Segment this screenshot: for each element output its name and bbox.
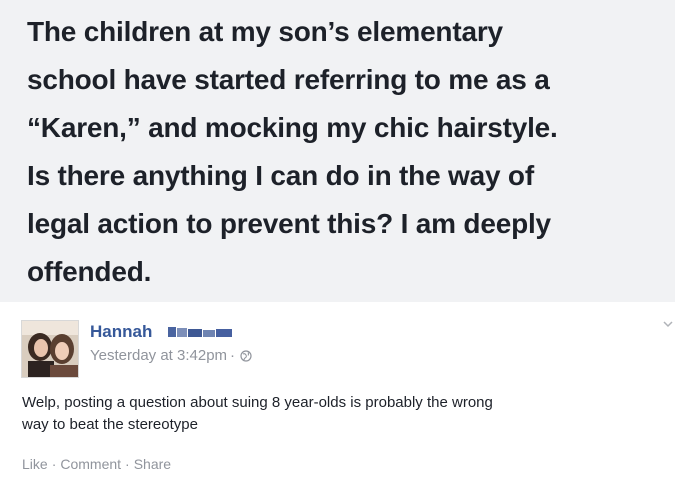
facebook-post: The children at my son’s elementary scho…	[0, 0, 675, 488]
like-link[interactable]: Like	[22, 456, 48, 472]
comment-link[interactable]: Comment	[60, 456, 121, 472]
chevron-down-icon[interactable]	[662, 318, 674, 330]
comment-text: Welp, posting a question about suing 8 y…	[22, 392, 662, 436]
comment-text-line: Welp, posting a question about suing 8 y…	[22, 394, 493, 411]
post-text-line: The children at my son’s elementary	[27, 16, 503, 47]
post-body: The children at my son’s elementary scho…	[0, 0, 675, 302]
post-text-line: legal action to prevent this? I am deepl…	[27, 208, 551, 239]
share-link[interactable]: Share	[134, 456, 171, 472]
comment-author-name[interactable]: Hannah	[90, 322, 152, 342]
globe-icon	[240, 349, 252, 362]
comment-meta: Yesterday at 3:42pm ·	[90, 347, 252, 364]
comment-actions: Like · Comment · Share	[22, 456, 171, 472]
redacted-surname	[168, 327, 232, 337]
action-separator: ·	[51, 456, 57, 472]
post-text-line: school have started referring to me as a	[27, 64, 550, 95]
post-text: The children at my son’s elementary scho…	[27, 8, 667, 296]
post-text-line: offended.	[27, 256, 152, 287]
meta-separator: ·	[230, 347, 236, 364]
post-text-line: “Karen,” and mocking my chic hairstyle.	[27, 112, 558, 143]
avatar-photo	[22, 321, 78, 377]
comment-timestamp[interactable]: Yesterday at 3:42pm	[90, 347, 227, 364]
action-separator: ·	[125, 456, 130, 472]
comment-text-line: way to beat the stereotype	[22, 416, 198, 433]
avatar[interactable]	[21, 320, 79, 378]
post-text-line: Is there anything I can do in the way of	[27, 160, 534, 191]
